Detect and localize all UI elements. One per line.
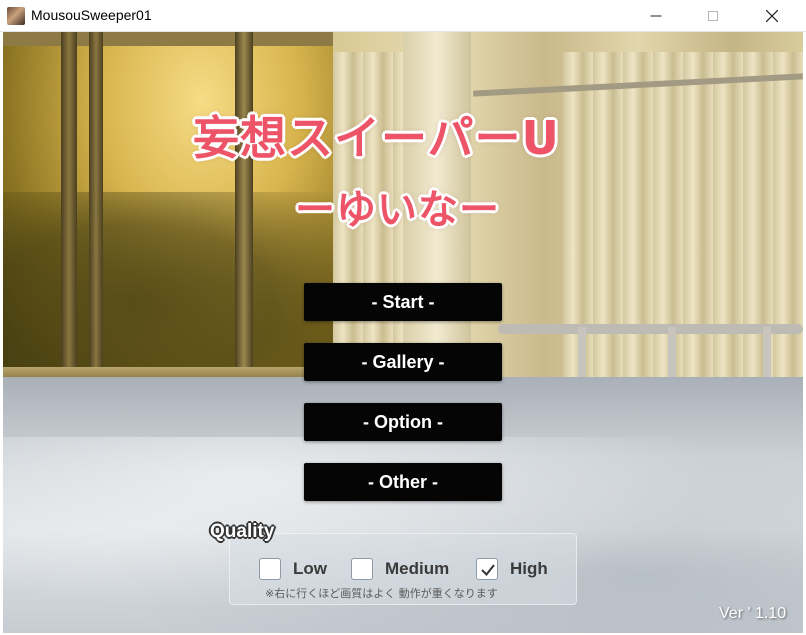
gallery-button[interactable]: - Gallery -	[304, 343, 502, 381]
maximize-icon	[708, 11, 718, 21]
maximize-button[interactable]	[690, 0, 736, 32]
quality-medium-checkbox[interactable]: Medium	[351, 557, 449, 581]
checkbox-unchecked[interactable]	[259, 558, 281, 580]
quality-low-label: Low	[293, 559, 327, 578]
game-title-screen: 妄想スイーパーU ーゆいなー - Start - - Gallery - - O…	[3, 32, 803, 633]
start-button[interactable]: - Start -	[304, 283, 502, 321]
bed-frame	[498, 324, 803, 334]
game-logo-subtitle: ーゆいなー	[295, 187, 500, 233]
checkmark-icon	[481, 564, 495, 577]
option-button[interactable]: - Option -	[304, 403, 502, 441]
window-titlebar[interactable]: MousouSweeper01	[0, 0, 806, 32]
checkbox-unchecked[interactable]	[351, 558, 373, 580]
quality-low-checkbox[interactable]: Low	[259, 557, 327, 581]
close-button[interactable]	[749, 0, 795, 32]
quality-label: Quality	[210, 521, 275, 542]
close-icon	[766, 10, 778, 22]
quality-note: ※右に行くほど画質はよく 動作が重くなります	[265, 587, 498, 600]
version-label: Ver ' 1.10	[719, 605, 787, 622]
minimize-icon	[650, 15, 662, 17]
quality-medium-label: Medium	[385, 559, 450, 578]
game-logo-title: 妄想スイーパーU	[193, 111, 560, 165]
character-portrait-icon	[7, 7, 25, 25]
window-title: MousouSweeper01	[31, 7, 152, 23]
other-button[interactable]: - Other -	[304, 463, 502, 501]
quality-high-label: High	[510, 559, 548, 578]
checkbox-checked[interactable]	[476, 558, 498, 580]
quality-high-checkbox[interactable]: High	[476, 557, 548, 581]
background-window	[3, 32, 333, 377]
minimize-button[interactable]	[633, 0, 679, 32]
